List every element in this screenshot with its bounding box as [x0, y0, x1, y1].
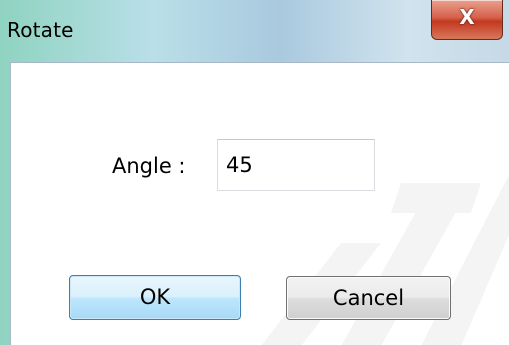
title-bar[interactable]: Rotate X — [0, 0, 509, 62]
close-icon: X — [459, 5, 475, 29]
rotate-dialog: Rotate X Angle : OK Cancel — [0, 0, 509, 345]
angle-input[interactable] — [217, 139, 375, 191]
close-button[interactable]: X — [431, 0, 503, 40]
cancel-button[interactable]: Cancel — [286, 276, 451, 320]
dialog-content: Angle : OK Cancel — [10, 62, 509, 345]
ok-button[interactable]: OK — [69, 275, 241, 320]
angle-label: Angle : — [112, 154, 186, 178]
window-title: Rotate — [7, 18, 74, 42]
